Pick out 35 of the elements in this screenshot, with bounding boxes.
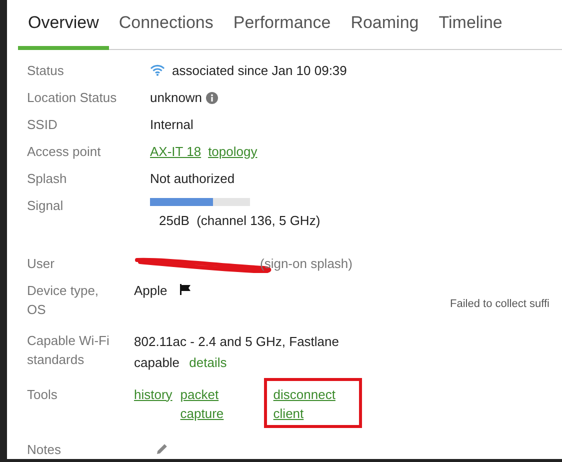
error-text: Failed to collect suffi: [450, 297, 550, 312]
field-label: Status: [27, 62, 65, 80]
tab[interactable]: Overview: [18, 0, 109, 50]
pencil-icon[interactable]: [156, 442, 168, 454]
field-value: Not authorized: [150, 170, 235, 188]
status-text: unknown: [150, 88, 202, 106]
field-label: Location Status: [27, 88, 118, 106]
field-value: Internal: [150, 116, 194, 134]
field-label: Splash: [27, 170, 68, 188]
field-value: 802.11ac - 2.4 and 5 GHz, Fastlane capable details: [134, 332, 340, 372]
details-link[interactable]: details: [189, 354, 227, 370]
field-label: User: [27, 254, 56, 272]
field-label: Access point: [27, 142, 102, 160]
field-label: Tools: [27, 386, 58, 404]
field-label: Device type, OS: [27, 282, 100, 318]
tab[interactable]: Performance: [223, 0, 341, 50]
link[interactable]: AX-IT 18: [150, 142, 202, 160]
tab[interactable]: Roaming: [340, 0, 429, 50]
info-icon[interactable]: [206, 92, 218, 104]
status-text: associated since Jan 10 09:39: [172, 62, 347, 80]
link[interactable]: topology: [208, 142, 258, 160]
field-label: SSID: [27, 116, 58, 134]
field-label: Signal: [27, 196, 64, 215]
link[interactable]: history: [134, 384, 172, 404]
field-label: Capable Wi-Fi standards: [27, 332, 110, 368]
tab[interactable]: Timeline: [428, 0, 512, 50]
link[interactable]: packet capture: [180, 384, 250, 422]
tab[interactable]: Connections: [108, 0, 224, 50]
user-text: (sign-on splash): [260, 254, 352, 272]
flag-icon: [180, 284, 192, 294]
signal-reading: 25dB (channel 136, 5 GHz): [159, 212, 320, 230]
field-value: Apple: [134, 282, 168, 300]
link[interactable]: disconnect client: [273, 384, 350, 422]
field-label: Notes: [27, 440, 62, 458]
wifi-icon: [150, 64, 165, 76]
